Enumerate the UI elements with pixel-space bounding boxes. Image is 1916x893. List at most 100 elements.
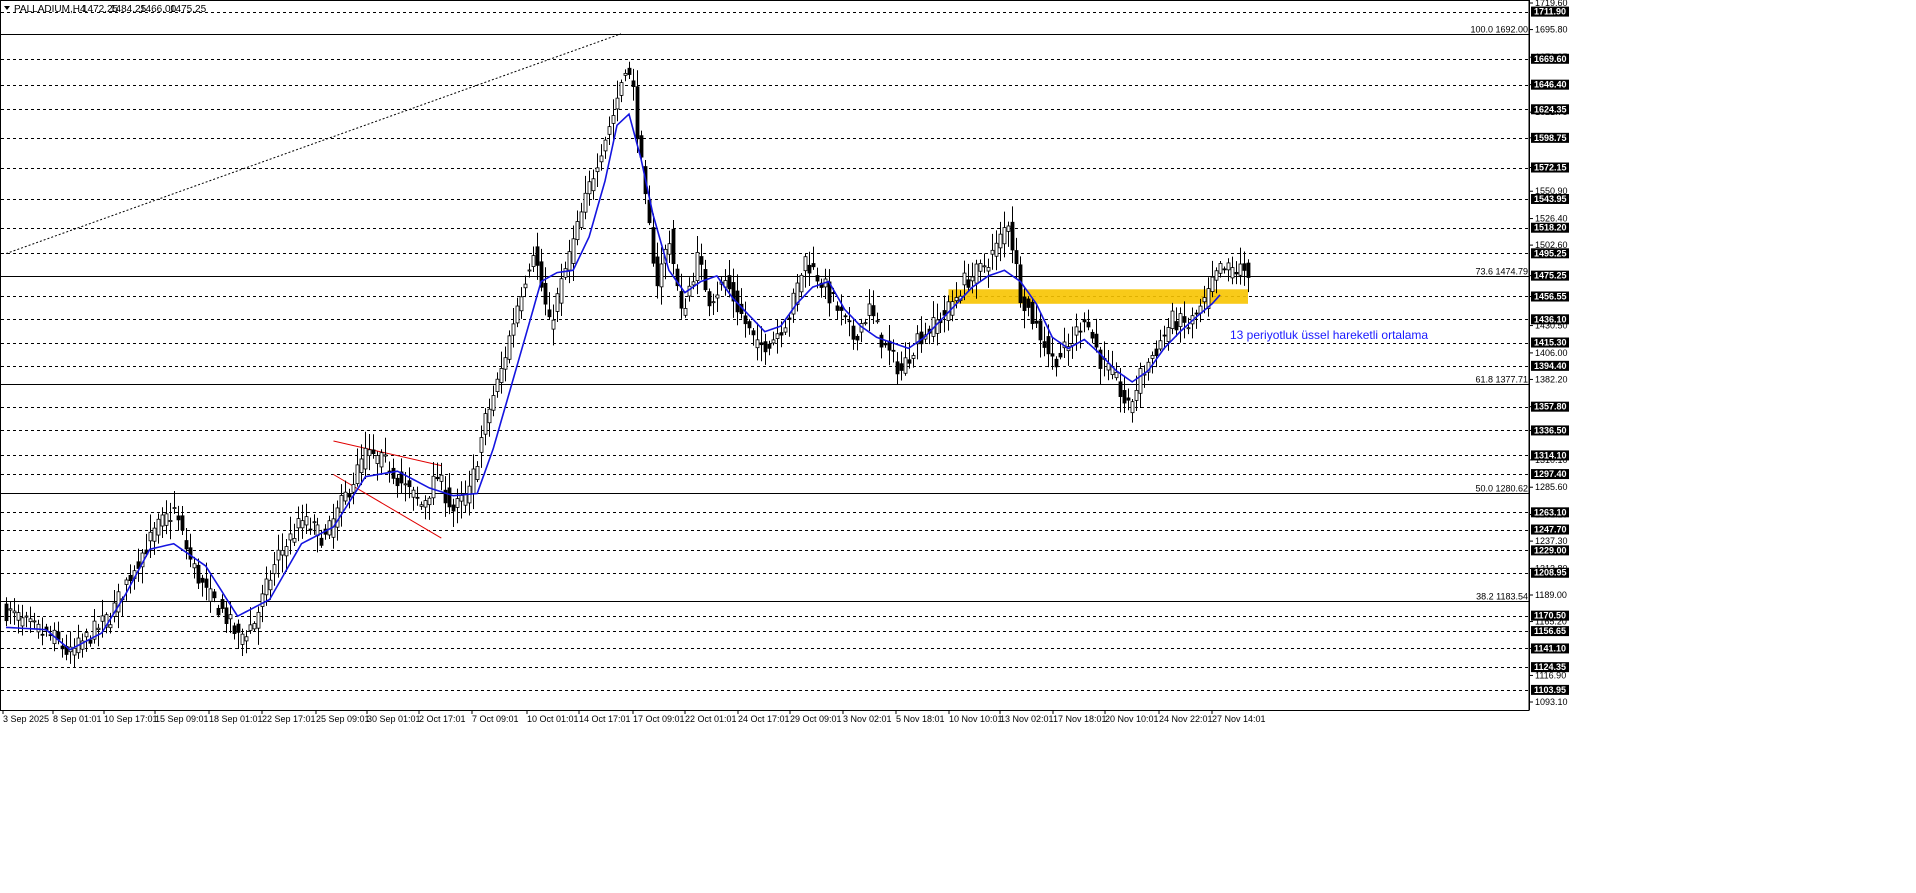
candle-body xyxy=(100,615,105,622)
candle-body xyxy=(1246,262,1251,278)
x-tick-label: 18 Sep 01:01 xyxy=(209,714,263,724)
candle-body xyxy=(966,279,971,288)
y-tick-label: 1382.20 xyxy=(1535,374,1568,384)
candle-body xyxy=(615,97,620,110)
candle-body xyxy=(899,363,904,371)
y-tick-label: 1406.00 xyxy=(1535,348,1568,358)
candle-body xyxy=(1202,297,1207,303)
candle-body xyxy=(1134,389,1139,401)
candle-body xyxy=(623,72,628,76)
candle-body xyxy=(4,603,9,622)
price-level-badge-label: 1297.40 xyxy=(1534,469,1567,479)
chart-container[interactable]: 100.0 1692.00 73.6 1474.79 61.8 1377.71 50.… xyxy=(0,0,1916,888)
candle-body xyxy=(767,343,772,349)
candle-body xyxy=(1230,267,1235,279)
symbol-name: PALLADIUM,H4 xyxy=(14,4,86,15)
price-level-badge-label: 1456.55 xyxy=(1534,291,1567,301)
candle-body xyxy=(783,327,788,333)
candle-body xyxy=(1238,263,1243,276)
candle-body xyxy=(603,139,608,152)
candle-body xyxy=(168,520,173,522)
candle-body xyxy=(1222,268,1227,271)
candle-body xyxy=(978,263,983,272)
candle-body xyxy=(1226,262,1231,271)
x-tick-label: 3 Sep 2025 xyxy=(3,714,49,724)
candle-body xyxy=(176,515,181,521)
price-level-badge-label: 1624.35 xyxy=(1534,104,1567,114)
ema-annotation: 13 periyotluk üssel hareketli ortalama xyxy=(1230,328,1428,342)
candle-body xyxy=(715,294,720,299)
fibonacci-levels: 100.0 1692.00 73.6 1474.79 61.8 1377.71 50.… xyxy=(1,25,1529,602)
candle-body xyxy=(1086,321,1091,328)
candle-body xyxy=(1090,331,1095,339)
candle-body xyxy=(655,256,660,287)
candle-body xyxy=(1002,227,1007,245)
candle-body xyxy=(351,484,356,493)
candle-body xyxy=(36,623,41,633)
price-level-badge-label: 1336.50 xyxy=(1534,425,1567,435)
candle-body xyxy=(288,533,293,541)
x-tick-label: 17 Nov 18:01 xyxy=(1053,714,1107,724)
candle-body xyxy=(867,303,872,316)
candle-body xyxy=(559,278,564,304)
candle-body xyxy=(355,464,360,484)
x-tick-label: 24 Nov 22:01 xyxy=(1159,714,1213,724)
candle-body xyxy=(108,624,113,629)
candle-body xyxy=(371,449,376,454)
candle-body xyxy=(1050,353,1055,357)
candle-body xyxy=(990,249,995,255)
candle-body xyxy=(1046,336,1051,355)
candle-body xyxy=(1242,263,1247,271)
price-level-badge-label: 1229.00 xyxy=(1534,545,1567,555)
candle-body xyxy=(1210,276,1215,292)
price-level-badge-label: 1436.10 xyxy=(1534,314,1567,324)
candle-body xyxy=(128,575,133,582)
candle-body xyxy=(962,272,967,286)
candle-body xyxy=(236,623,241,633)
candle-body xyxy=(803,256,808,272)
candle-body xyxy=(1182,316,1187,323)
candle-body xyxy=(1234,271,1239,275)
candle-body xyxy=(583,192,588,213)
candle-body xyxy=(180,515,185,531)
y-tick-label: 1695.80 xyxy=(1535,25,1568,35)
candle-body xyxy=(423,500,428,508)
candle-body xyxy=(1022,296,1027,312)
candle-body xyxy=(1006,225,1011,232)
fib-level-label: 73.6 1474.79 xyxy=(1475,267,1528,277)
candle-body xyxy=(172,507,177,509)
candle-body xyxy=(439,474,444,482)
candle-body xyxy=(543,282,548,305)
price-level-badge-label: 1711.90 xyxy=(1534,7,1566,17)
x-tick-label: 25 Sep 09:01 xyxy=(316,714,370,724)
price-level-badge-label: 1103.95 xyxy=(1534,685,1566,695)
candle-body xyxy=(1130,401,1135,414)
price-level-badge-label: 1415.30 xyxy=(1534,338,1567,348)
candle-body xyxy=(771,339,776,344)
candle-body xyxy=(248,624,253,631)
candle-body xyxy=(627,67,632,75)
candle-body xyxy=(419,504,424,507)
price-level-badge-label: 1263.10 xyxy=(1534,507,1567,517)
candle-body xyxy=(571,238,576,264)
price-level-badge-label: 1518.20 xyxy=(1534,223,1567,233)
candle-body xyxy=(695,252,700,282)
candle-body xyxy=(192,563,197,569)
candle-body xyxy=(339,495,344,513)
candle-body xyxy=(16,612,21,621)
candle-body xyxy=(875,320,880,323)
x-tick-label: 14 Oct 17:01 xyxy=(579,714,631,724)
price-level-badge-label: 1495.25 xyxy=(1534,248,1567,258)
dropdown-triangle-icon[interactable] xyxy=(4,6,10,10)
trend-line xyxy=(5,33,622,255)
candle-body xyxy=(260,593,265,607)
candle-body xyxy=(855,335,860,341)
candle-body xyxy=(72,647,77,656)
candle-body xyxy=(296,518,301,529)
candle-body xyxy=(1186,327,1191,330)
candle-body xyxy=(12,610,17,614)
candle-body xyxy=(1094,333,1099,348)
price-chart[interactable]: 100.0 1692.00 73.6 1474.79 61.8 1377.71 50.… xyxy=(0,0,1916,888)
ema-line xyxy=(5,112,1221,651)
candle-body xyxy=(607,126,612,135)
